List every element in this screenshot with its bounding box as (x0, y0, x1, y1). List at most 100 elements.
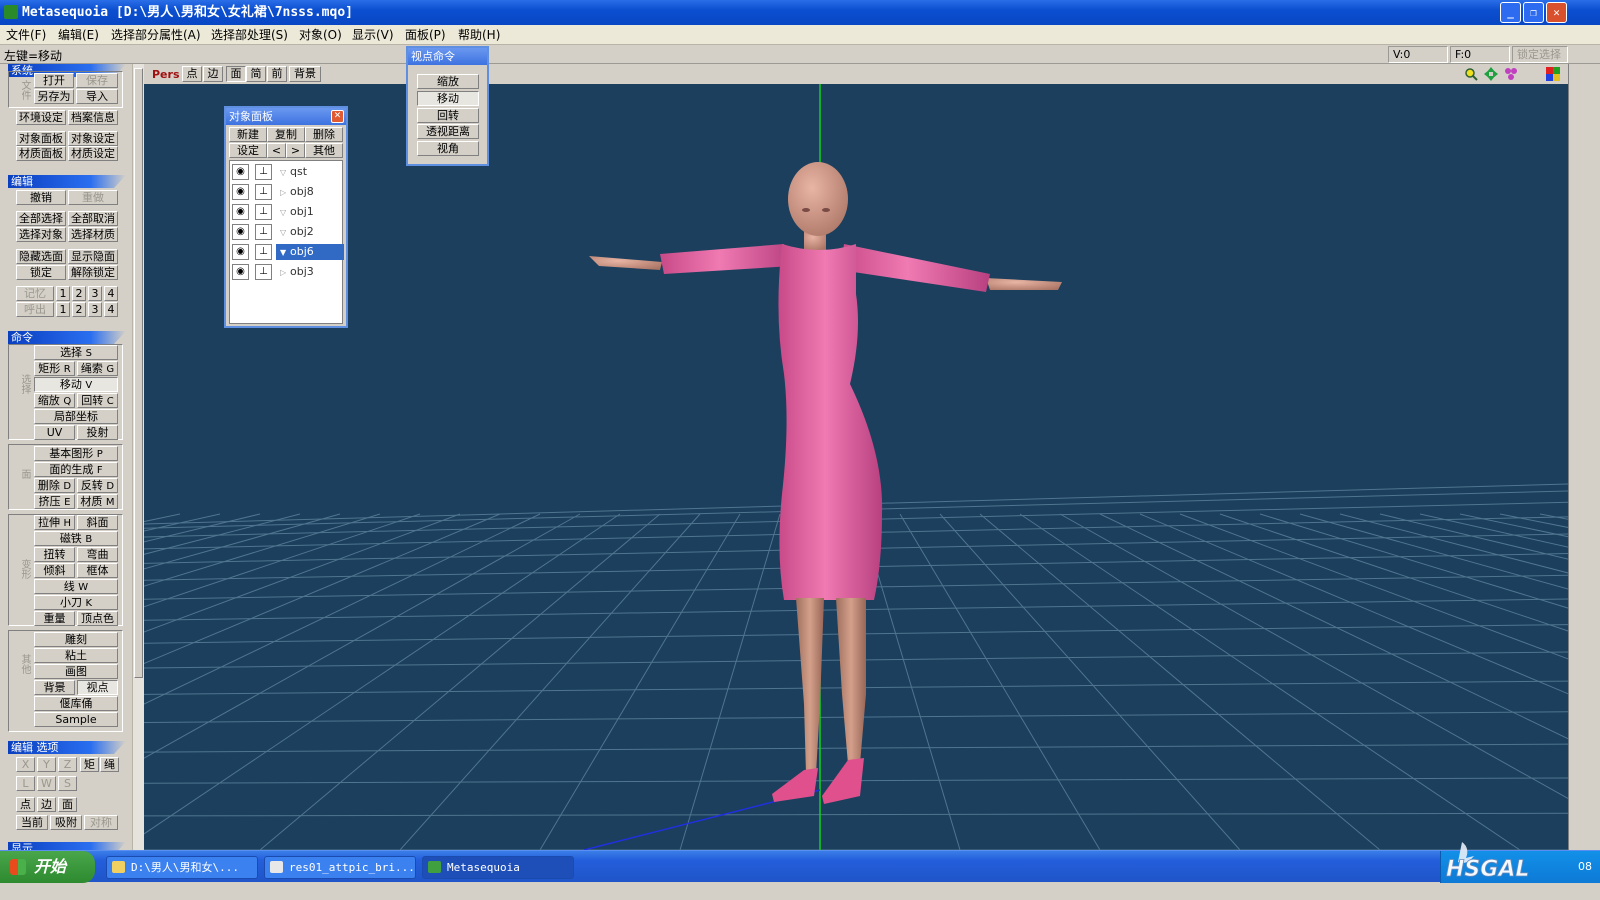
object-name[interactable]: ▽ qst (276, 164, 344, 180)
section-commands[interactable]: 命令 (8, 331, 126, 344)
visibility-eye-icon[interactable]: ◉ (232, 264, 249, 280)
material-tool-button[interactable]: 材质 M (77, 494, 118, 509)
memory-slot-2[interactable]: 2 (72, 286, 86, 301)
lock-button[interactable]: 锁定 (16, 265, 66, 280)
show-vertices-toggle[interactable]: 点 (182, 66, 202, 82)
lock-icon[interactable]: ⊥ (255, 184, 272, 200)
visibility-eye-icon[interactable]: ◉ (232, 164, 249, 180)
redo-button[interactable]: 重做 (68, 190, 118, 205)
section-edit[interactable]: 编辑 (8, 175, 126, 188)
magnet-tool-button[interactable]: 磁铁 B (34, 531, 118, 546)
collapse-triangle-icon[interactable]: ▼ (280, 245, 290, 261)
rotate-view-icon[interactable] (1504, 67, 1518, 81)
command-panel-scrollbar[interactable] (132, 64, 144, 868)
rect-select-button[interactable]: 矩形 R (34, 361, 75, 376)
command-panel-scroll-thumb[interactable] (134, 68, 143, 678)
world-w-toggle[interactable]: W (37, 776, 56, 791)
object-other-button[interactable]: 其他 (305, 143, 343, 158)
object-settings-button[interactable]: 设定 (229, 143, 267, 158)
lock-icon[interactable]: ⊥ (255, 224, 272, 240)
zoom-icon[interactable] (1464, 67, 1478, 81)
symmetry-option-toggle[interactable]: 对称 (84, 815, 118, 830)
lock-selection[interactable]: 锁定选择 (1512, 46, 1568, 63)
visibility-eye-icon[interactable]: ◉ (232, 244, 249, 260)
select-tool-button[interactable]: 选择 S (34, 345, 118, 360)
object-name[interactable]: ▽ obj2 (276, 224, 344, 240)
memory-slot-1[interactable]: 1 (56, 286, 70, 301)
lock-icon[interactable]: ⊥ (255, 264, 272, 280)
env-settings-button[interactable]: 环境设定 (16, 110, 66, 125)
lasso-select-button[interactable]: 绳索 G (77, 361, 118, 376)
select-material-button[interactable]: 选择材质 (68, 227, 118, 242)
hide-selected-button[interactable]: 隐藏选面 (16, 249, 66, 264)
front-display-toggle[interactable]: 前 (267, 66, 287, 82)
show-hidden-button[interactable]: 显示隐面 (68, 249, 118, 264)
file-info-button[interactable]: 档案信息 (68, 110, 118, 125)
tilt-tool-button[interactable]: 倾斜 (34, 563, 75, 578)
delete-object-button[interactable]: 删除 (305, 127, 343, 142)
expand-triangle-icon[interactable]: ▷ (280, 265, 290, 281)
twist-tool-button[interactable]: 扭转 (34, 547, 75, 562)
background-tool-button[interactable]: 背景 (34, 680, 75, 695)
bend-tool-button[interactable]: 弯曲 (77, 547, 118, 562)
move-view-icon[interactable] (1484, 67, 1498, 81)
object-panel-close-icon[interactable]: ✕ (331, 110, 344, 123)
menu-object[interactable]: 对象(O) (299, 27, 342, 43)
viewpoint-tool-button[interactable]: 视点 (77, 680, 118, 695)
rope-option-toggle[interactable]: 绳 (100, 757, 119, 772)
rotate-tool-button[interactable]: 回转 C (77, 393, 118, 408)
color-grid-icon[interactable] (1546, 67, 1560, 81)
paint-tool-button[interactable]: 画图 (34, 664, 118, 679)
recall-button[interactable]: 呼出 (16, 302, 54, 317)
copy-object-button[interactable]: 复制 (267, 127, 305, 142)
local-coord-button[interactable]: 局部坐标 (34, 409, 118, 424)
vertex-color-button[interactable]: 顶点色 (77, 611, 118, 626)
screen-s-toggle[interactable]: S (58, 776, 77, 791)
3d-viewport[interactable] (144, 84, 1568, 850)
weight-tool-button[interactable]: 重量 (34, 611, 75, 626)
uv-button[interactable]: UV (34, 425, 75, 440)
current-option-toggle[interactable]: 当前 (16, 815, 48, 830)
collapse-triangle-icon[interactable]: ▽ (280, 205, 290, 221)
object-panel-button[interactable]: 对象面板 (16, 131, 66, 146)
vertex-mode-toggle[interactable]: 点 (16, 797, 35, 812)
rect-option-toggle[interactable]: 矩 (80, 757, 99, 772)
knife-tool-button[interactable]: 小刀 K (34, 595, 118, 610)
lock-icon[interactable]: ⊥ (255, 204, 272, 220)
minimize-button[interactable]: _ (1500, 2, 1521, 23)
recall-slot-2[interactable]: 2 (72, 302, 86, 317)
axis-x-toggle[interactable]: X (16, 757, 35, 772)
stretch-tool-button[interactable]: 拉伸 H (34, 515, 75, 530)
lock-icon[interactable]: ⊥ (255, 164, 272, 180)
bevel-tool-button[interactable]: 斜面 (77, 515, 118, 530)
background-toggle[interactable]: 背景 (289, 66, 321, 82)
gnome-plugin-button[interactable]: 偃库俑 (34, 696, 118, 711)
list-item[interactable]: ◉ ⊥ ▷ obj8 (230, 183, 344, 201)
undo-button[interactable]: 撤销 (16, 190, 66, 205)
recall-slot-3[interactable]: 3 (88, 302, 102, 317)
object-settings-button[interactable]: 对象设定 (68, 131, 118, 146)
memory-button[interactable]: 记忆 (16, 286, 54, 301)
menu-file[interactable]: 文件(F) (6, 27, 46, 43)
local-l-toggle[interactable]: L (16, 776, 35, 791)
close-button[interactable]: ✕ (1546, 2, 1567, 23)
menu-view[interactable]: 显示(V) (352, 27, 394, 43)
select-all-button[interactable]: 全部选择 (16, 211, 66, 226)
project-button[interactable]: 投射 (77, 425, 118, 440)
expand-triangle-icon[interactable]: ▷ (280, 185, 290, 201)
axis-z-toggle[interactable]: Z (58, 757, 77, 772)
sample-plugin-button[interactable]: Sample (34, 712, 118, 727)
section-edit-options[interactable]: 编辑 选项 (8, 741, 126, 754)
face-gen-button[interactable]: 面的生成 F (34, 462, 118, 477)
list-item[interactable]: ◉ ⊥ ▷ obj3 (230, 263, 344, 281)
taskbar-item-image[interactable]: res01_attpic_bri... (264, 856, 416, 879)
extrude-tool-button[interactable]: 挤压 E (34, 494, 75, 509)
object-name[interactable]: ▷ obj8 (276, 184, 344, 200)
object-panel-titlebar[interactable]: 对象面板 ✕ (226, 108, 346, 125)
list-item[interactable]: ◉ ⊥ ▽ obj2 (230, 223, 344, 241)
save-button[interactable]: 保存 (76, 73, 118, 88)
open-button[interactable]: 打开 (34, 73, 74, 88)
basic-shape-button[interactable]: 基本图形 P (34, 446, 118, 461)
menu-select-attr[interactable]: 选择部分属性(A) (111, 27, 201, 43)
simple-display-toggle[interactable]: 简 (246, 66, 266, 82)
